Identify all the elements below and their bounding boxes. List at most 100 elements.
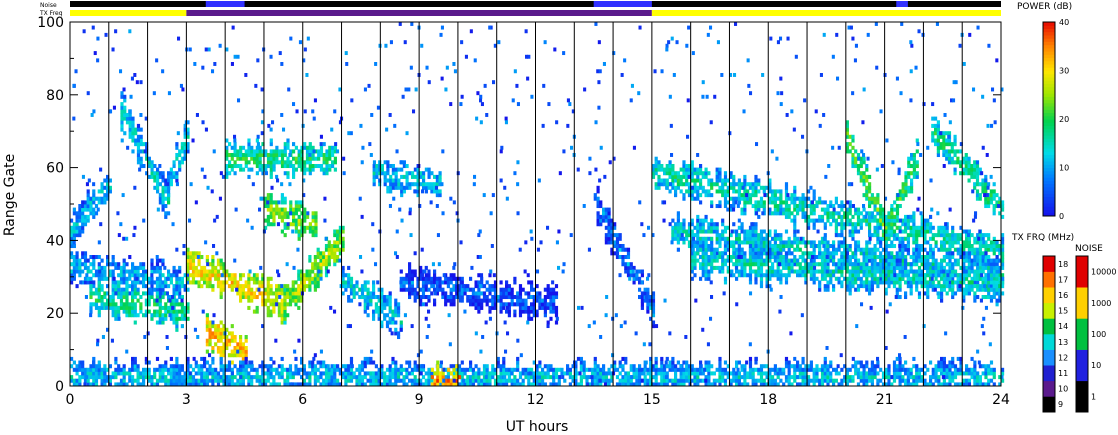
heatmap-cell	[629, 265, 633, 270]
heatmap-cell	[239, 342, 243, 347]
heatmap-cell	[399, 269, 403, 274]
heatmap-cell	[748, 182, 753, 187]
heatmap-cell	[72, 225, 76, 230]
heatmap-cell	[671, 233, 675, 238]
heatmap-cell	[671, 167, 675, 172]
heatmap-cell	[244, 160, 248, 165]
heatmap-cell	[247, 138, 251, 143]
heatmap-cell	[413, 269, 417, 274]
heatmap-cell	[723, 189, 728, 194]
heatmap-cell	[904, 214, 908, 219]
heatmap-cell	[823, 273, 827, 278]
heatmap-cell	[139, 164, 143, 169]
heatmap-cell	[330, 247, 334, 252]
heatmap-cell	[917, 269, 922, 274]
heatmap-cell	[394, 167, 398, 172]
heatmap-cell	[782, 211, 786, 216]
heatmap-cell	[278, 153, 282, 158]
heatmap-cell	[297, 204, 301, 209]
heatmap-cell	[175, 320, 179, 325]
heatmap-cell	[793, 200, 797, 205]
heatmap-cell	[499, 298, 503, 303]
heatmap-cell	[319, 265, 323, 270]
heatmap-cell	[704, 251, 708, 256]
heatmap-cell	[812, 204, 816, 209]
heatmap-cell	[787, 204, 791, 209]
heatmap-cell	[992, 193, 996, 198]
heatmap-cell	[743, 273, 747, 278]
heatmap-cell	[975, 189, 980, 194]
heatmap-cell	[981, 189, 985, 194]
heatmap-cell	[189, 265, 193, 270]
heatmap-cell	[491, 298, 495, 303]
heatmap-cell	[624, 269, 628, 274]
heatmap-cell	[155, 287, 160, 292]
heatmap-cell	[981, 185, 985, 190]
heatmap-cell	[125, 280, 129, 285]
heatmap-cell	[685, 164, 689, 169]
heatmap-cell	[233, 338, 237, 343]
heatmap-cell	[269, 211, 273, 216]
heatmap-cell	[134, 138, 138, 143]
heatmap-cell	[768, 185, 772, 190]
heatmap-cell	[640, 269, 644, 274]
heatmap-cell	[615, 255, 620, 260]
heatmap-cell	[391, 178, 395, 183]
heatmap-cell	[94, 367, 99, 372]
heatmap-cell	[247, 145, 251, 150]
heatmap-cell	[75, 265, 79, 270]
heatmap-cell	[693, 171, 697, 176]
heatmap-cell	[604, 240, 608, 245]
heatmap-cell	[330, 251, 334, 256]
heatmap-cell	[873, 207, 877, 212]
heatmap-cell	[987, 247, 991, 252]
heatmap-cell	[233, 171, 237, 176]
heatmap-cell	[851, 229, 855, 234]
heatmap-cell	[984, 287, 988, 292]
heatmap-cell	[735, 240, 739, 245]
heatmap-cell	[798, 204, 802, 209]
heatmap-cell	[865, 276, 869, 281]
heatmap-cell	[940, 265, 944, 270]
heatmap-cell	[832, 269, 836, 274]
heatmap-cell	[723, 258, 728, 263]
heatmap-cell	[940, 258, 944, 263]
heatmap-cell	[704, 276, 708, 281]
heatmap-cell	[735, 247, 739, 252]
heatmap-cell	[693, 262, 697, 267]
heatmap-cell	[893, 222, 897, 227]
heatmap-cell	[297, 218, 301, 223]
heatmap-cell	[452, 298, 456, 303]
heatmap-cell	[133, 364, 137, 369]
heatmap-cell	[740, 211, 744, 216]
heatmap-cell	[200, 378, 204, 383]
heatmap-cell	[83, 367, 88, 372]
heatmap-cell	[904, 193, 908, 198]
heatmap-cell	[280, 229, 284, 234]
heatmap-cell	[552, 298, 556, 303]
heatmap-cell	[895, 196, 900, 201]
heatmap-cell	[111, 262, 115, 267]
heatmap-cell	[909, 269, 913, 274]
heatmap-cell	[161, 367, 165, 372]
heatmap-cell	[308, 156, 312, 161]
heatmap-cell	[391, 182, 395, 187]
heatmap-cell	[876, 222, 880, 227]
heatmap-cell	[161, 262, 165, 267]
heatmap-cell	[748, 251, 753, 256]
heatmap-cell	[161, 189, 165, 194]
heatmap-cell	[696, 214, 700, 219]
heatmap-cell	[133, 302, 137, 307]
heatmap-cell	[78, 364, 82, 369]
heatmap-cell	[818, 244, 822, 249]
heatmap-cell	[200, 367, 204, 372]
heatmap-cell	[452, 302, 456, 307]
heatmap-cell	[488, 305, 492, 310]
heatmap-cell	[862, 258, 866, 263]
heatmap-cell	[114, 313, 118, 318]
heatmap-cell	[292, 211, 296, 216]
heatmap-cell	[837, 262, 841, 267]
txfreq-bar-segment	[186, 10, 652, 16]
heatmap-cell	[987, 280, 991, 285]
heatmap-cell	[208, 342, 212, 347]
